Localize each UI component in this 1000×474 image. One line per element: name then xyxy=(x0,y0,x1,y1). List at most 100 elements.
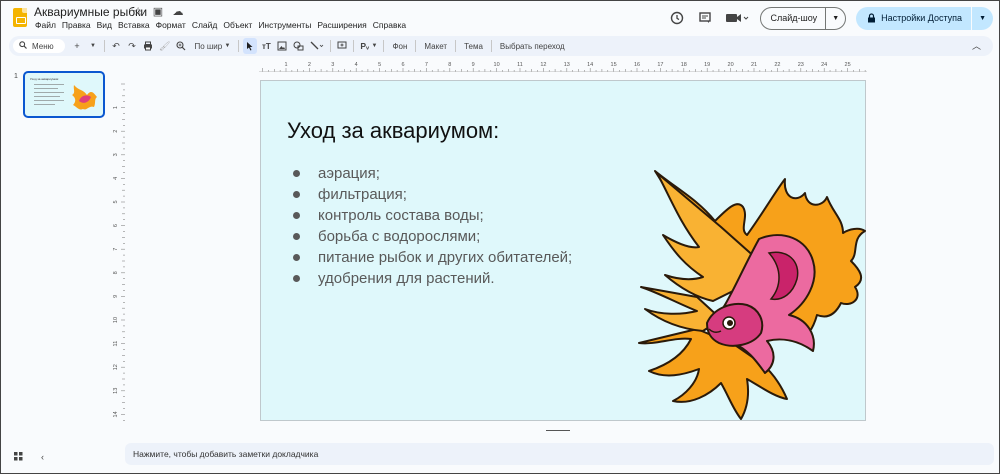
bullet-item: фильтрация; xyxy=(293,184,572,205)
menu-help[interactable]: Справка xyxy=(370,20,409,30)
ruler-label: 12 xyxy=(113,364,119,370)
slide-canvas[interactable]: Уход за аквариумом: аэрация; фильтрация;… xyxy=(260,80,866,421)
grid-view-icon[interactable] xyxy=(14,452,23,463)
vertical-ruler[interactable]: 1234567891011121314 xyxy=(113,80,125,422)
ruler-label: 5 xyxy=(378,62,381,68)
transition-button[interactable]: Выбрать переход xyxy=(496,38,569,54)
theme-button[interactable]: Тема xyxy=(460,38,487,54)
line-icon[interactable] xyxy=(308,38,326,54)
ruler-label: 13 xyxy=(564,62,570,68)
ruler-label: 6 xyxy=(113,224,119,227)
menu-tools[interactable]: Инструменты xyxy=(255,20,314,30)
speaker-notes[interactable]: Нажмите, чтобы добавить заметки докладчи… xyxy=(125,443,994,465)
star-icon[interactable]: ☆ xyxy=(131,5,145,18)
menu-insert[interactable]: Вставка xyxy=(115,20,153,30)
slide-number: 1 xyxy=(14,73,18,80)
ruler-label: 3 xyxy=(331,62,334,68)
text-box-icon[interactable]: ᴛT xyxy=(259,38,273,54)
zoom-icon[interactable] xyxy=(174,38,188,54)
collapse-filmstrip-icon[interactable]: ‹ xyxy=(41,452,44,463)
menu-object[interactable]: Объект xyxy=(220,20,255,30)
ruler-label: 18 xyxy=(681,62,687,68)
ruler-label: 9 xyxy=(472,62,475,68)
bullet-text: борьба с водорослями; xyxy=(318,228,481,245)
ruler-label: 7 xyxy=(425,62,428,68)
ruler-label: 10 xyxy=(113,317,119,323)
bullet-dot xyxy=(293,275,300,282)
zoom-dropdown-icon: ▼ xyxy=(224,43,231,49)
notes-resize-handle[interactable] xyxy=(546,430,570,431)
redo-icon[interactable]: ↷ xyxy=(125,38,139,54)
slideshow-dropdown-icon[interactable]: ▼ xyxy=(826,15,845,22)
comments-icon[interactable] xyxy=(696,9,714,27)
move-folder-icon[interactable]: ▣ xyxy=(151,5,165,18)
history-icon[interactable] xyxy=(668,9,686,27)
bullet-dot xyxy=(293,170,300,177)
fish-image[interactable] xyxy=(637,169,869,421)
undo-icon[interactable]: ↶ xyxy=(109,38,123,54)
ruler-label: 17 xyxy=(657,62,663,68)
slideshow-label[interactable]: Слайд-шоу xyxy=(761,7,827,29)
ruler-label: 24 xyxy=(821,62,827,68)
menu-format[interactable]: Формат xyxy=(153,20,189,30)
ruler-label: 7 xyxy=(113,248,119,251)
ruler-label: 11 xyxy=(113,341,119,347)
cloud-status-icon[interactable]: ☁ xyxy=(171,5,185,18)
ruler-label: 10 xyxy=(494,62,500,68)
ruler-label: 15 xyxy=(611,62,617,68)
select-cursor-icon[interactable] xyxy=(243,38,258,54)
thumbnail-fish-image xyxy=(72,85,97,110)
bullet-item: контроль состава воды; xyxy=(293,205,572,226)
ruler-label: 25 xyxy=(845,62,851,68)
shape-icon[interactable] xyxy=(291,38,306,54)
new-slide-button[interactable]: + xyxy=(70,38,84,54)
toolbar-divider xyxy=(490,40,492,52)
collapse-toolbar-icon[interactable]: ︿ xyxy=(972,39,981,52)
slide-title[interactable]: Уход за аквариумом: xyxy=(287,118,499,144)
print-icon[interactable] xyxy=(141,38,155,54)
menu-edit[interactable]: Правка xyxy=(59,20,94,30)
ruler-label: 9 xyxy=(113,295,119,298)
bullet-dot xyxy=(293,254,300,261)
ruler-label: 5 xyxy=(113,200,119,203)
background-button[interactable]: Фон xyxy=(388,38,411,54)
ruler-label: 19 xyxy=(704,62,710,68)
bullet-item: удобрения для растений. xyxy=(293,268,572,289)
ruler-label: 3 xyxy=(113,153,119,156)
bullet-text: удобрения для растений. xyxy=(318,270,495,287)
menu-slide[interactable]: Слайд xyxy=(189,20,221,30)
share-label: Настройки Доступа xyxy=(881,13,963,23)
share-button[interactable]: Настройки Доступа ▼ xyxy=(856,6,993,30)
insert-image-icon[interactable] xyxy=(275,38,289,54)
ruler-label: 16 xyxy=(634,62,640,68)
ruler-label: 23 xyxy=(798,62,804,68)
ruler-label: 2 xyxy=(308,62,311,68)
layout-button[interactable]: Макет xyxy=(420,38,451,54)
new-comment-icon[interactable] xyxy=(335,38,349,54)
zoom-select[interactable]: По шир ▼ xyxy=(190,38,234,54)
slides-logo-icon[interactable] xyxy=(13,8,27,27)
bullet-list[interactable]: аэрация; фильтрация; контроль состава во… xyxy=(293,163,572,289)
search-icon xyxy=(19,41,27,51)
text-format-icon[interactable]: Pᵥ ▼ xyxy=(358,38,379,54)
menu-view[interactable]: Вид xyxy=(94,20,115,30)
share-main[interactable]: Настройки Доступа xyxy=(856,6,973,30)
horizontal-ruler[interactable]: 1 2 3 4 5 6 7 8 9 10 11 12 13 14 15 16 17 18 19 20 21 22 23 24 2… xyxy=(259,60,867,72)
menu-extensions[interactable]: Расширения xyxy=(314,20,369,30)
new-slide-dropdown-icon[interactable]: ▼ xyxy=(86,38,100,54)
search-menus[interactable]: Меню xyxy=(13,39,65,53)
ruler-label: 12 xyxy=(540,62,546,68)
slideshow-button[interactable]: Слайд-шоу ▼ xyxy=(759,6,847,30)
ruler-label: 13 xyxy=(113,388,119,394)
share-dropdown-icon[interactable]: ▼ xyxy=(972,15,993,22)
toolbar-divider xyxy=(383,40,385,52)
ruler-label: 1 xyxy=(113,106,119,109)
bullet-item: аэрация; xyxy=(293,163,572,184)
ruler-label: 6 xyxy=(401,62,404,68)
menu-file[interactable]: Файл xyxy=(32,20,59,30)
bullet-text: фильтрация; xyxy=(318,186,407,203)
paint-format-icon[interactable]: 🖌 xyxy=(157,38,172,54)
bullet-dot xyxy=(293,191,300,198)
slide-thumbnail[interactable]: Уход за аквариумом: xyxy=(23,71,105,118)
video-call-icon[interactable] xyxy=(724,9,750,27)
